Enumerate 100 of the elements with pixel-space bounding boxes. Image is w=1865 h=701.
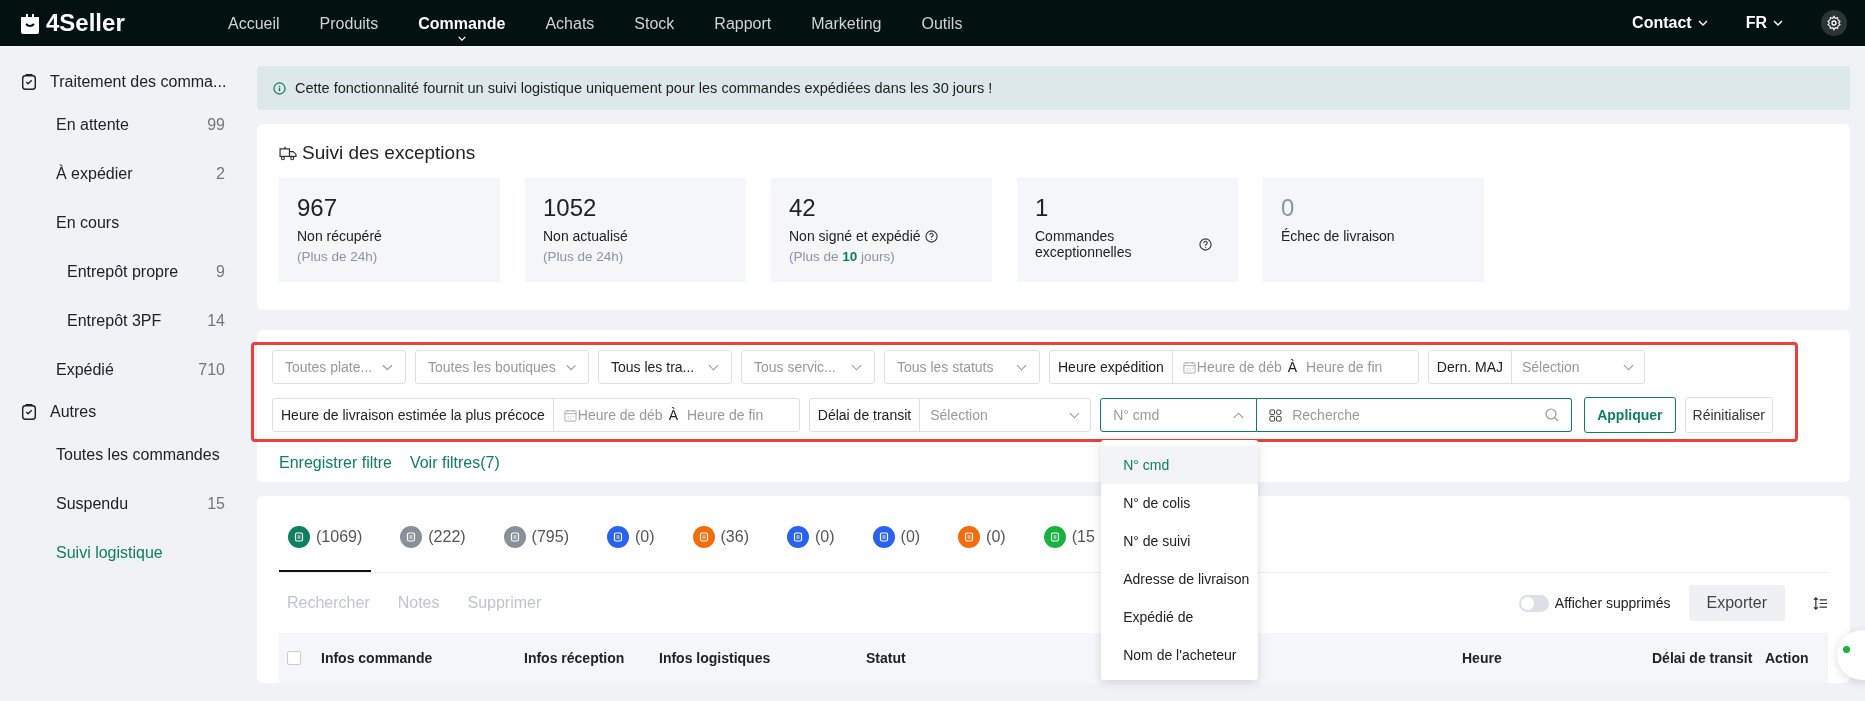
column-header: Délai de transit: [1652, 650, 1753, 666]
nav-item[interactable]: Outils: [901, 5, 983, 41]
stat-value: 1: [1035, 194, 1050, 222]
column-header: Infos logistiques: [659, 650, 771, 666]
labeled-dropdown[interactable]: Délai de transit Sélection: [808, 398, 1092, 432]
calendar-icon: [563, 408, 577, 422]
calendar-icon: [1182, 360, 1196, 374]
view-filters-link[interactable]: Voir filtres(7): [409, 454, 500, 472]
banner-text: Cette fonctionnalité fournit un suivi logistique uniquement pour les commandes expédiées dans les 30 jours !: [295, 80, 993, 96]
nav-item[interactable]: Marketing: [791, 5, 902, 41]
stat-value: 1052: [543, 194, 598, 222]
sidebar-item[interactable]: En attente 99: [0, 100, 256, 149]
stat-card[interactable]: 0 Échec de livraison: [1263, 178, 1484, 282]
stat-note: (Plus de 24h): [543, 249, 625, 264]
stat-label: Échec de livraison: [1281, 228, 1395, 244]
sidebar-item[interactable]: Entrepôt propre 9: [0, 247, 256, 296]
reset-button[interactable]: Réinitialiser: [1684, 397, 1773, 433]
status-tab[interactable]: (0): [949, 504, 1015, 572]
bag-logo-icon: [18, 11, 42, 35]
stat-card[interactable]: 967 Non récupéré (Plus de 24h): [279, 178, 500, 282]
sidebar-item[interactable]: En cours: [0, 198, 256, 247]
column-header: Action: [1765, 650, 1809, 666]
nav-item[interactable]: Achats: [525, 5, 615, 41]
menu-option[interactable]: N° cmd: [1101, 446, 1259, 484]
clipboard-icon: [20, 403, 38, 421]
status-tab[interactable]: (0): [597, 504, 664, 572]
stat-value: 42: [789, 194, 817, 222]
sidebar-item[interactable]: Suspendu 15: [0, 479, 256, 528]
nav-item[interactable]: Stock: [614, 5, 695, 41]
status-tab[interactable]: (15: [1034, 504, 1104, 572]
section-title: Suivi des exceptions: [302, 142, 476, 164]
contact-menu[interactable]: Contact: [1632, 14, 1708, 32]
brand-logo: 4Seller: [46, 9, 125, 37]
chevron-down-icon: [851, 363, 862, 371]
sidebar-item[interactable]: Expédié 710: [0, 345, 256, 394]
help-icon[interactable]: [924, 229, 938, 243]
export-button[interactable]: Exporter: [1688, 585, 1785, 621]
sidebar-item[interactable]: Suivi logistique: [0, 528, 256, 577]
toggle-switch[interactable]: [1518, 594, 1549, 612]
menu-option[interactable]: Expédié de: [1101, 598, 1259, 636]
sidebar-item[interactable]: À expédier 2: [0, 149, 256, 198]
settings-icon[interactable]: [1821, 10, 1847, 36]
nav-item[interactable]: Commande: [398, 5, 526, 41]
search-input[interactable]: Recherche: [1290, 406, 1538, 424]
language-menu[interactable]: FR: [1745, 14, 1783, 32]
stat-card[interactable]: 1 Commandes exceptionnelles: [1017, 178, 1238, 282]
menu-option[interactable]: N° de colis: [1101, 484, 1259, 522]
chevron-down-icon: [1069, 411, 1081, 419]
status-tab[interactable]: (0): [778, 504, 844, 572]
clipboard-icon: [20, 73, 38, 91]
chevron-down-icon: [1016, 363, 1027, 371]
apply-button[interactable]: Appliquer: [1584, 397, 1676, 433]
menu-option[interactable]: Nom de l'acheteur: [1101, 636, 1259, 674]
sidebar-item[interactable]: Toutes les commandes: [0, 430, 256, 479]
status-tab[interactable]: (36): [683, 504, 758, 572]
truck-icon: [279, 145, 298, 161]
nav-item[interactable]: Rapport: [694, 5, 792, 41]
stat-card[interactable]: 42 Non signé et expédié (Plus de 10 jours): [771, 178, 992, 282]
stat-value: 0: [1281, 194, 1296, 222]
chevron-down-icon: [1773, 20, 1783, 26]
checkbox[interactable]: [287, 651, 301, 665]
save-filter-link[interactable]: Enregistrer filtre: [279, 454, 392, 472]
chevron-down-icon: [382, 363, 393, 371]
sidebar-group-title[interactable]: Autres: [50, 403, 97, 421]
menu-option[interactable]: N° de suivi: [1101, 522, 1259, 560]
column-header: Infos réception: [524, 650, 625, 666]
status-tab[interactable]: (222): [391, 504, 475, 572]
nav-item[interactable]: Accueil: [208, 5, 300, 41]
nav-item[interactable]: Produits: [299, 5, 399, 41]
chevron-down-icon: [1623, 363, 1634, 371]
chevron-down-icon: [456, 36, 467, 41]
filter-dropdown[interactable]: Tous les tra...: [598, 350, 732, 384]
column-header: Statut: [866, 650, 906, 666]
help-icon[interactable]: [1199, 237, 1212, 251]
search-icon[interactable]: [1545, 408, 1560, 422]
sort-list-icon[interactable]: [1813, 596, 1828, 610]
stat-note: (Plus de 24h): [297, 249, 379, 264]
labeled-dropdown[interactable]: Dern. MAJ Sélection: [1427, 350, 1645, 384]
grid-icon: [1269, 408, 1283, 422]
date-range-filter[interactable]: Heure de livraison estimée la plus précoce Heure de déb À Heure de fin: [272, 398, 800, 432]
stat-label: Non récupéré: [297, 228, 382, 244]
stat-value: 967: [297, 194, 339, 222]
column-header: Infos commande: [321, 650, 433, 666]
search-box[interactable]: Recherche: [1257, 398, 1573, 432]
sidebar-item[interactable]: Entrepôt 3PF 14: [0, 296, 256, 345]
stat-label: Non signé et expédié: [789, 228, 921, 244]
stat-label: Non actualisé: [543, 228, 628, 244]
date-range-filter[interactable]: Heure expédition Heure de déb À Heure de fin: [1049, 350, 1419, 384]
status-tab[interactable]: (795): [494, 504, 578, 572]
status-tab[interactable]: (0): [863, 504, 930, 572]
chevron-down-icon: [565, 363, 576, 371]
column-header: Heure: [1462, 650, 1502, 666]
sidebar-group-title[interactable]: Traitement des comma...: [50, 73, 227, 91]
stat-card[interactable]: 1052 Non actualisé (Plus de 24h): [525, 178, 746, 282]
chevron-icon: [1233, 411, 1245, 419]
status-tab[interactable]: (1069): [279, 504, 372, 572]
menu-option[interactable]: Adresse de livraison: [1101, 560, 1259, 598]
chevron-down-icon: [708, 363, 719, 371]
chevron-down-icon: [1697, 20, 1708, 26]
stat-note: (Plus de 10 jours): [789, 249, 896, 264]
